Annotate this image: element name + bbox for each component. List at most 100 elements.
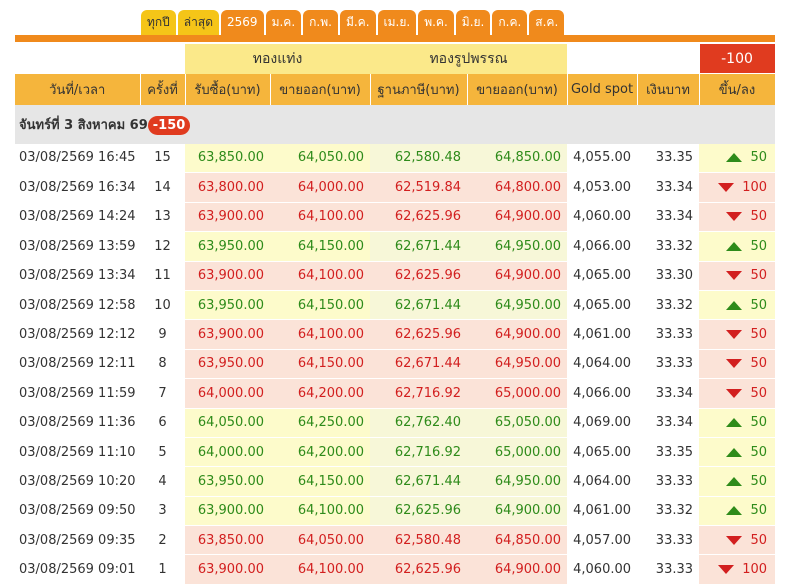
table-row: 03/08/2569 09:50 3 63,900.00 64,100.00 62,62… [15, 496, 776, 527]
tab-9[interactable]: ก.ค. [492, 10, 528, 35]
tax-base-cell: 62,625.96 [370, 261, 467, 291]
datetime-cell: 03/08/2569 16:45 [15, 143, 140, 174]
tab-4[interactable]: ก.พ. [303, 10, 338, 35]
thb-cell: 33.35 [637, 437, 700, 468]
bar-buy-cell: 63,900.00 [185, 261, 270, 291]
thb-cell: 33.34 [637, 408, 700, 438]
count-cell: 2 [140, 525, 185, 556]
count-cell: 4 [140, 466, 185, 497]
total-change-cell: -100 [698, 43, 776, 74]
gold-spot-cell: 4,064.00 [567, 349, 638, 380]
tab-2[interactable]: 2569 [221, 10, 264, 35]
change-value: 50 [750, 503, 768, 519]
count-cell: 9 [140, 319, 185, 350]
count-cell: 1 [140, 554, 185, 585]
day-label: จันทร์ที่ 3 สิงหาคม 69 [19, 117, 148, 133]
count-cell: 12 [140, 231, 185, 262]
table-row: 03/08/2569 11:59 7 64,000.00 64,200.00 62,71… [15, 378, 776, 409]
gold-spot-cell: 4,055.00 [567, 143, 638, 174]
table-row: 03/08/2569 09:01 1 63,900.00 64,100.00 62,62… [15, 554, 776, 585]
gold-spot-cell: 4,065.00 [567, 261, 638, 291]
col-datetime-header: วันที่/เวลา [15, 73, 141, 105]
change-cell: 50 [699, 525, 776, 556]
bar-sell-cell: 64,250.00 [270, 408, 370, 438]
tab-1[interactable]: ล่าสุด [177, 10, 220, 35]
gold-spot-cell: 4,069.00 [567, 408, 638, 438]
datetime-cell: 03/08/2569 13:34 [15, 261, 140, 291]
datetime-cell: 03/08/2569 09:35 [15, 525, 140, 556]
tab-6[interactable]: เม.ย. [377, 10, 417, 35]
ornament-sell-cell: 64,850.00 [467, 143, 568, 174]
change-cell: 50 [699, 143, 776, 174]
bar-buy-cell: 63,900.00 [185, 202, 270, 233]
arrow-down-icon [726, 330, 743, 340]
bar-sell-cell: 64,150.00 [270, 349, 370, 380]
change-cell: 50 [699, 231, 776, 262]
tab-7[interactable]: พ.ค. [418, 10, 454, 35]
bar-buy-cell: 64,000.00 [185, 437, 270, 468]
thb-cell: 33.33 [637, 349, 700, 380]
tax-base-cell: 62,671.44 [370, 466, 467, 497]
change-value: 50 [750, 473, 768, 489]
group-header-row: ทองแท่ง ทองรูปพรรณ -100 [15, 43, 776, 74]
tax-base-cell: 62,625.96 [370, 496, 467, 527]
datetime-cell: 03/08/2569 11:36 [15, 408, 140, 438]
arrow-up-icon [726, 241, 743, 251]
ornament-sell-cell: 64,900.00 [467, 261, 568, 291]
arrow-down-icon [726, 271, 743, 281]
thb-cell: 33.34 [637, 172, 700, 203]
change-value: 50 [750, 532, 768, 548]
bar-sell-cell: 64,150.00 [270, 231, 370, 262]
change-value: 50 [750, 356, 768, 372]
count-cell: 7 [140, 378, 185, 409]
day-cell: จันทร์ที่ 3 สิงหาคม 69 -150 [15, 104, 776, 144]
thb-cell: 33.30 [637, 261, 700, 291]
thb-cell: 33.33 [637, 525, 700, 556]
count-cell: 13 [140, 202, 185, 233]
bar-sell-cell: 64,100.00 [270, 261, 370, 291]
thb-cell: 33.32 [637, 231, 700, 262]
ornament-sell-cell: 65,000.00 [467, 378, 568, 409]
change-value: 50 [750, 385, 768, 401]
arrow-up-icon [726, 300, 743, 310]
thb-cell: 33.33 [637, 466, 700, 497]
change-value: 50 [750, 268, 768, 284]
count-cell: 10 [140, 290, 185, 321]
change-cell: 100 [699, 172, 776, 203]
arrow-up-icon [726, 506, 743, 516]
tab-8[interactable]: มิ.ย. [455, 10, 491, 35]
tax-base-cell: 62,625.96 [370, 319, 467, 350]
gold-spot-cell: 4,065.00 [567, 437, 638, 468]
group-header-ornament-gold: ทองรูปพรรณ [370, 43, 568, 74]
bar-buy-cell: 63,950.00 [185, 349, 270, 380]
bar-buy-cell: 63,800.00 [185, 172, 270, 203]
tax-base-cell: 62,671.44 [370, 231, 467, 262]
tab-3[interactable]: ม.ค. [265, 10, 302, 35]
ornament-sell-cell: 64,950.00 [467, 349, 568, 380]
col-change-header: ขึ้น/ลง [699, 73, 776, 105]
arrow-down-icon [726, 535, 743, 545]
bar-sell-cell: 64,050.00 [270, 143, 370, 174]
tax-base-cell: 62,580.48 [370, 143, 467, 174]
tab-10[interactable]: ส.ค. [529, 10, 565, 35]
ornament-sell-cell: 64,950.00 [467, 231, 568, 262]
gold-spot-cell: 4,060.00 [567, 202, 638, 233]
gold-spot-cell: 4,061.00 [567, 496, 638, 527]
arrow-down-icon [726, 388, 743, 398]
day-change-badge: -150 [147, 115, 191, 135]
tab-0[interactable]: ทุกปี [141, 10, 176, 35]
count-cell: 5 [140, 437, 185, 468]
tax-base-cell: 62,580.48 [370, 525, 467, 556]
change-cell: 50 [699, 408, 776, 438]
gold-spot-cell: 4,061.00 [567, 319, 638, 350]
tax-base-cell: 62,716.92 [370, 378, 467, 409]
bar-buy-cell: 64,000.00 [185, 378, 270, 409]
day-row: จันทร์ที่ 3 สิงหาคม 69 -150 [15, 104, 776, 144]
arrow-down-icon [718, 183, 735, 193]
change-cell: 50 [699, 378, 776, 409]
tab-5[interactable]: มี.ค. [339, 10, 376, 35]
thb-cell: 33.35 [637, 143, 700, 174]
table-row: 03/08/2569 12:11 8 63,950.00 64,150.00 62,67… [15, 349, 776, 380]
table-row: 03/08/2569 13:34 11 63,900.00 64,100.00 62,6… [15, 261, 776, 291]
change-cell: 50 [699, 261, 776, 291]
